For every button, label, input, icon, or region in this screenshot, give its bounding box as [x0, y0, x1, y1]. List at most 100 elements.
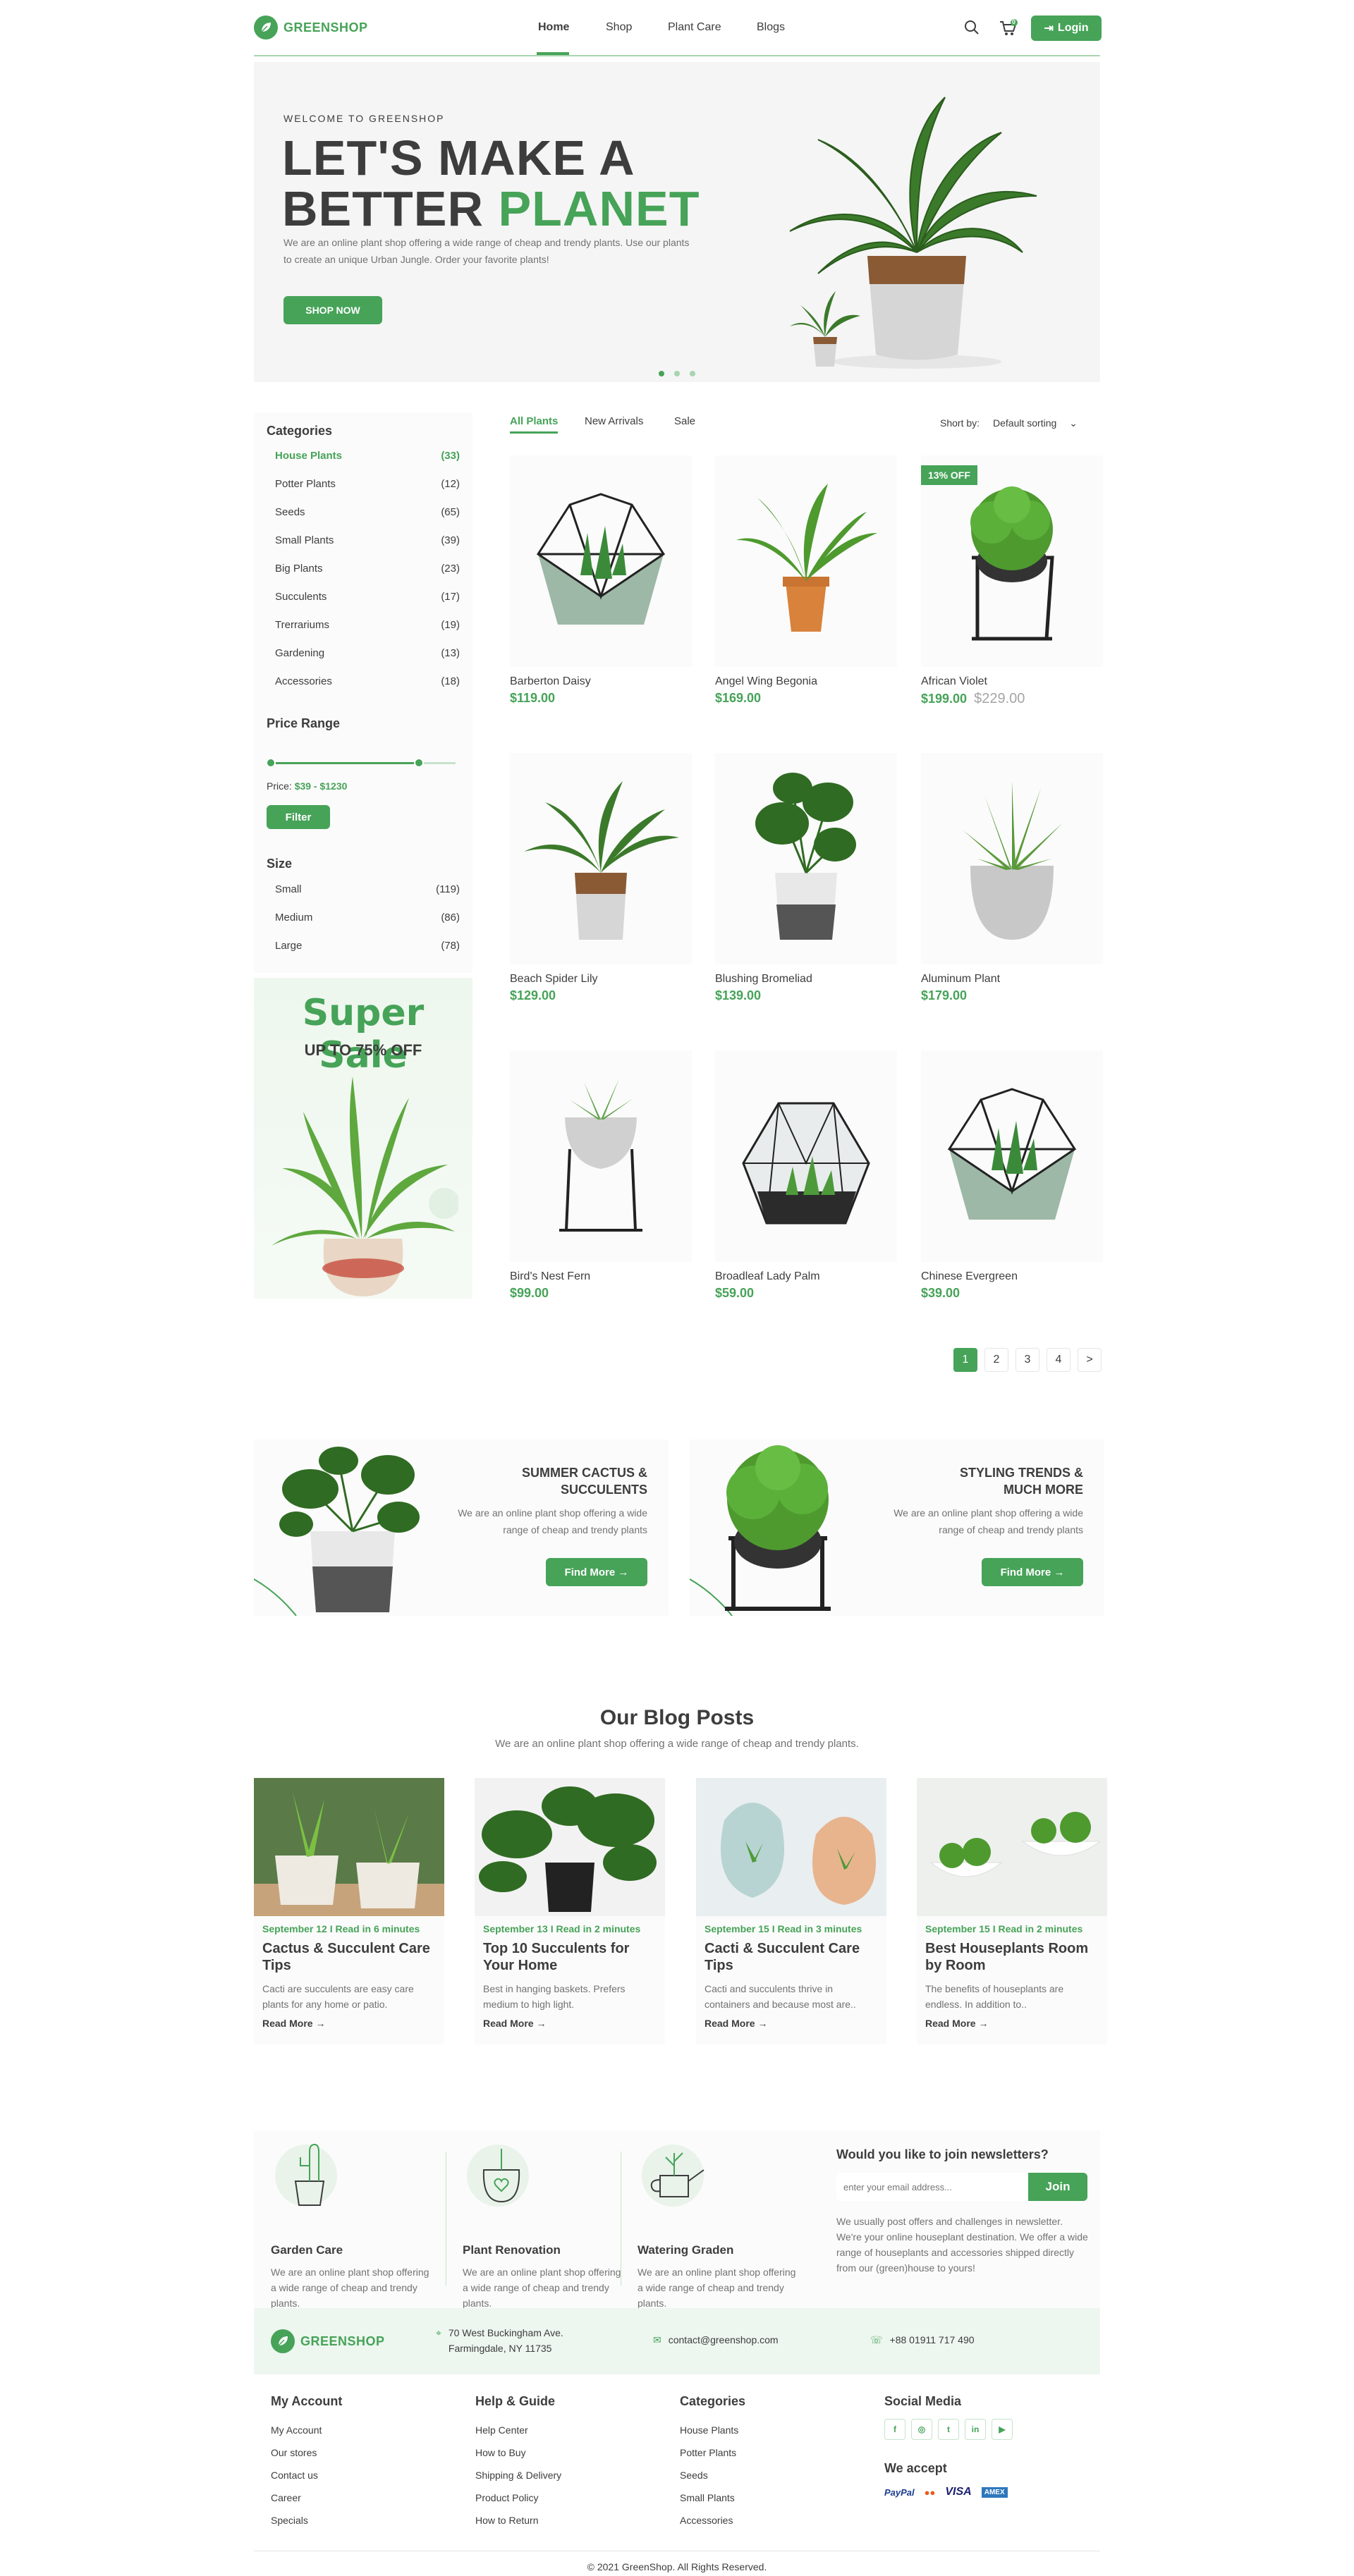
- newsletter-email-input[interactable]: [836, 2173, 1028, 2201]
- tab-all-plants[interactable]: All Plants: [510, 415, 558, 427]
- join-button[interactable]: Join: [1028, 2173, 1087, 2201]
- footer-link[interactable]: My Account: [271, 2419, 342, 2441]
- product-card[interactable]: Chinese Evergreen $39.00: [921, 1050, 1103, 1301]
- twitter-icon[interactable]: t: [938, 2419, 959, 2440]
- find-more-button[interactable]: Find More →: [546, 1558, 647, 1586]
- next-page-button[interactable]: >: [1078, 1348, 1102, 1372]
- category-house-plants[interactable]: House Plants (33): [275, 450, 460, 462]
- super-sale-banner[interactable]: Super Sale UP TO 75% OFF: [254, 978, 472, 1299]
- price-max-handle[interactable]: [413, 758, 424, 768]
- tab-new-arrivals[interactable]: New Arrivals: [585, 415, 643, 427]
- price-readout: Price: $39 - $1230: [267, 780, 348, 792]
- category-small-plants[interactable]: Small Plants (39): [275, 534, 460, 546]
- tab-sale[interactable]: Sale: [674, 415, 695, 427]
- filter-sidebar: Categories House Plants (33) Potter Plant…: [254, 412, 472, 973]
- footer-link[interactable]: Specials: [271, 2509, 342, 2532]
- page-2[interactable]: 2: [984, 1348, 1008, 1372]
- youtube-icon[interactable]: ▶: [992, 2419, 1013, 2440]
- product-card[interactable]: Aluminum Plant $179.00: [921, 753, 1103, 1003]
- footer-link[interactable]: Contact us: [271, 2464, 342, 2486]
- nav-shop[interactable]: Shop: [606, 21, 632, 34]
- product-card[interactable]: Barberton Daisy $119.00: [510, 455, 692, 706]
- category-gardening[interactable]: Gardening (13): [275, 647, 460, 659]
- product-card[interactable]: Bird's Nest Fern $99.00: [510, 1050, 692, 1301]
- shop-now-button[interactable]: SHOP NOW: [283, 296, 382, 324]
- linkedin-icon[interactable]: in: [965, 2419, 986, 2440]
- promo-plant-image: [690, 1445, 831, 1616]
- search-icon[interactable]: [963, 19, 982, 37]
- category-succulents[interactable]: Succulents (17): [275, 591, 460, 603]
- slider-dot[interactable]: [690, 371, 695, 376]
- slider-dot[interactable]: [674, 371, 680, 376]
- product-card[interactable]: Blushing Bromeliad $139.00: [715, 753, 897, 1003]
- nav-home[interactable]: Home: [538, 21, 569, 34]
- promo-card-cactus: SUMMER CACTUS & SUCCULENTS We are an onl…: [254, 1440, 669, 1616]
- product-card[interactable]: Beach Spider Lily $129.00: [510, 753, 692, 1003]
- phone[interactable]: ☏ +88 01911 717 490: [870, 2332, 975, 2348]
- size-medium[interactable]: Medium (86): [275, 912, 460, 924]
- price-range-fill: [271, 762, 419, 764]
- footer-link[interactable]: Potter Plants: [680, 2441, 745, 2464]
- footer-link[interactable]: House Plants: [680, 2419, 745, 2441]
- chevron-down-icon: ⌄: [1069, 417, 1078, 429]
- blog-card[interactable]: September 15 I Read in 2 minutes Best Ho…: [917, 1778, 1107, 2044]
- footer-link[interactable]: Help Center: [475, 2419, 561, 2441]
- blog-card[interactable]: September 12 I Read in 6 minutes Cactus …: [254, 1778, 444, 2044]
- nav-plant-care[interactable]: Plant Care: [668, 21, 721, 34]
- footer-link[interactable]: Career: [271, 2486, 342, 2509]
- footer-col-social: Social Media f ◎ t in ▶ We accept PayPal ●● VI…: [884, 2394, 1018, 2498]
- footer-link[interactable]: Accessories: [680, 2509, 745, 2532]
- email[interactable]: ✉ contact@greenshop.com: [653, 2332, 779, 2348]
- address: ⌖ 70 West Buckingham Ave. Farmingdale, NY…: [436, 2325, 563, 2356]
- facebook-icon[interactable]: f: [884, 2419, 905, 2440]
- brand-logo[interactable]: GREENSHOP: [254, 16, 368, 39]
- read-more-link[interactable]: Read More →: [705, 2018, 767, 2029]
- category-seeds[interactable]: Seeds (65): [275, 506, 460, 518]
- blog-card[interactable]: September 13 I Read in 2 minutes Top 10 …: [475, 1778, 665, 2044]
- read-more-link[interactable]: Read More →: [262, 2018, 325, 2029]
- page-4[interactable]: 4: [1047, 1348, 1071, 1372]
- hero-small-plant-image: [790, 291, 860, 367]
- blog-image: [917, 1778, 1107, 1916]
- nav-blogs[interactable]: Blogs: [757, 21, 785, 34]
- product-card[interactable]: 13% OFF African Violet $199.00 $229.00: [921, 455, 1103, 707]
- product-card[interactable]: Angel Wing Begonia $169.00: [715, 455, 897, 706]
- footer-link[interactable]: Shipping & Delivery: [475, 2464, 561, 2486]
- size-small[interactable]: Small (119): [275, 883, 460, 895]
- category-big-plants[interactable]: Big Plants (23): [275, 563, 460, 575]
- copyright: © 2021 GreenShop. All Rights Reserved.: [254, 2551, 1100, 2572]
- category-terrariums[interactable]: Trerrariums (19): [275, 619, 460, 631]
- footer-brand-logo[interactable]: GREENSHOP: [271, 2329, 385, 2353]
- watering-can-icon: [642, 2145, 705, 2207]
- footer-link[interactable]: Product Policy: [475, 2486, 561, 2509]
- read-more-link[interactable]: Read More →: [925, 2018, 988, 2029]
- category-potter-plants[interactable]: Potter Plants (12): [275, 478, 460, 490]
- footer-link[interactable]: Our stores: [271, 2441, 342, 2464]
- promo-text: We are an online plant shop offering a w…: [458, 1507, 647, 1535]
- footer-link[interactable]: Seeds: [680, 2464, 745, 2486]
- site-header: GREENSHOP Home Shop Plant Care Blogs 0 ⇥…: [254, 0, 1102, 56]
- find-more-button[interactable]: Find More →: [982, 1558, 1083, 1586]
- footer-link[interactable]: How to Buy: [475, 2441, 561, 2464]
- sale-subtitle: UP TO 75% OFF: [304, 1041, 422, 1059]
- footer-link[interactable]: How to Return: [475, 2509, 561, 2532]
- filter-button[interactable]: Filter: [267, 805, 330, 829]
- login-button[interactable]: ⇥ Login: [1031, 16, 1102, 41]
- product-card[interactable]: Broadleaf Lady Palm $59.00: [715, 1050, 897, 1301]
- instagram-icon[interactable]: ◎: [911, 2419, 932, 2440]
- sort-select[interactable]: Default sorting ⌄: [993, 417, 1078, 429]
- blog-card[interactable]: September 15 I Read in 3 minutes Cacti &…: [696, 1778, 886, 2044]
- page-3[interactable]: 3: [1016, 1348, 1039, 1372]
- slider-dot[interactable]: [659, 371, 664, 376]
- page-1[interactable]: 1: [953, 1348, 977, 1372]
- category-accessories[interactable]: Accessories (18): [275, 675, 460, 687]
- nav-active-indicator: [537, 52, 569, 55]
- read-more-link[interactable]: Read More →: [483, 2018, 546, 2029]
- cart-icon[interactable]: 0: [999, 18, 1018, 37]
- price-range-heading: Price Range: [267, 716, 341, 730]
- product-image: [715, 753, 897, 964]
- size-large[interactable]: Large (78): [275, 940, 460, 952]
- hero-welcome: WELCOME TO GREENSHOP: [283, 113, 445, 124]
- price-min-handle[interactable]: [266, 758, 276, 768]
- footer-link[interactable]: Small Plants: [680, 2486, 745, 2509]
